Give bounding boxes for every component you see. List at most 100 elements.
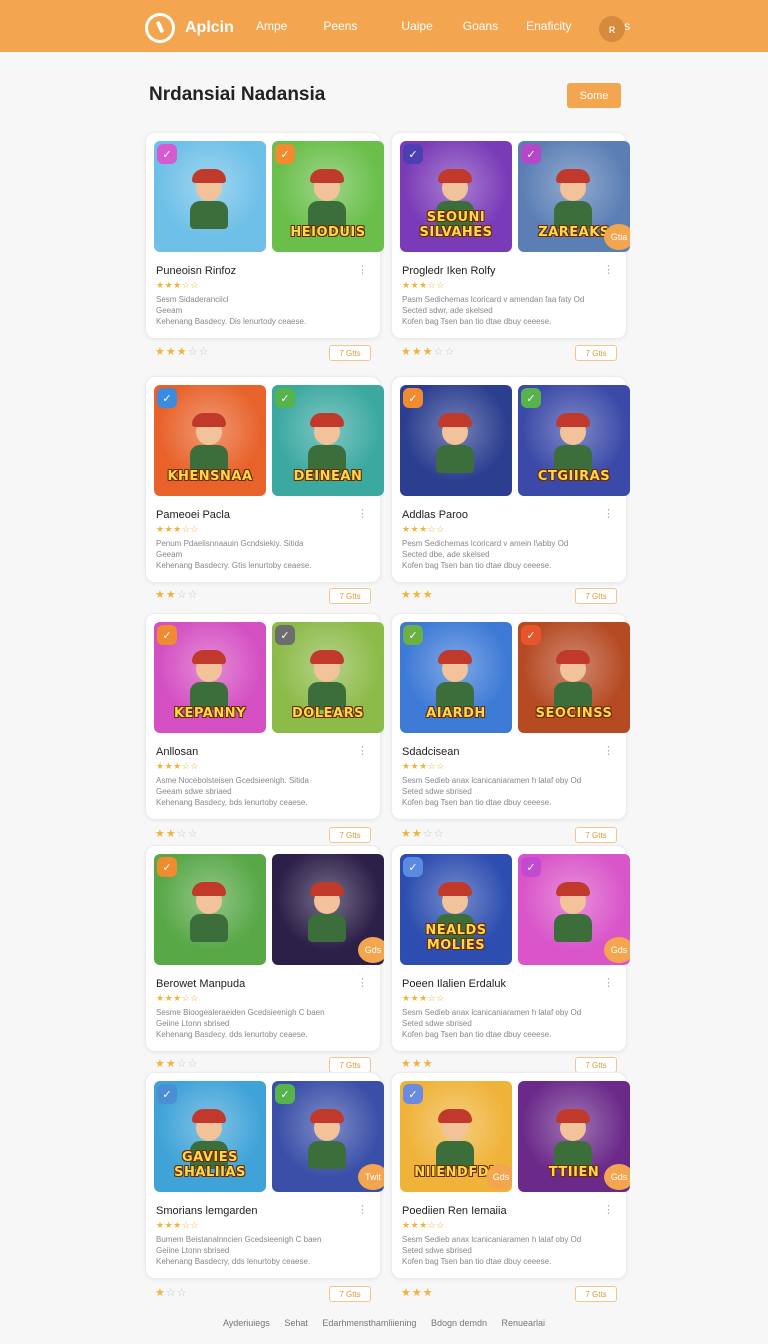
game-thumbnail-right[interactable]: ✓ DEINEAN (272, 385, 384, 496)
game-title[interactable]: Sdadcisean (402, 746, 460, 758)
get-button[interactable]: 7 Gtts (575, 588, 617, 604)
check-icon: ✓ (275, 388, 295, 408)
game-card[interactable]: ✓ ✓ HEIODUIS Puneoisn Rinfoz ⋮ ★★★☆☆ Sesm Sida… (145, 132, 384, 339)
game-thumbnail-right[interactable]: Gds (272, 854, 384, 965)
game-thumbnail-left[interactable]: ✓ KHENSNAA (154, 385, 266, 496)
price-badge: Gds (604, 937, 630, 963)
game-card[interactable]: ✓ ✓ CTGIIRAS Addlas Paroo ⋮ ★★★☆☆ Pesm Sediche… (391, 376, 630, 583)
get-button[interactable]: 7 Gtts (329, 1057, 371, 1073)
more-options-icon[interactable]: ⋮ (357, 263, 368, 276)
game-title[interactable]: Berowet Manpuda (156, 978, 245, 990)
game-thumbnail-right[interactable]: ✓ Twit (272, 1081, 384, 1192)
game-title[interactable]: Poediien Ren Iemaiia (402, 1205, 507, 1217)
nav-item-2[interactable]: Peens (323, 19, 357, 33)
game-title[interactable]: Addlas Paroo (402, 509, 468, 521)
more-options-icon[interactable]: ⋮ (603, 744, 614, 757)
footer-link-2[interactable]: Sehat (284, 1318, 308, 1328)
game-logo-text: NEALDS MOLIES (425, 923, 487, 953)
game-thumbnail-right[interactable]: ✓ ZAREAKS Gtia (518, 141, 630, 252)
footer-link-5[interactable]: Renuearlai (502, 1318, 546, 1328)
game-logo-text: KEPANNY (173, 706, 247, 721)
footer-link-4[interactable]: Bdogn demdn (431, 1318, 487, 1328)
more-options-icon[interactable]: ⋮ (357, 507, 368, 520)
game-thumbnail-left[interactable]: ✓ (400, 385, 512, 496)
brand-logo[interactable]: Aplcin (145, 13, 234, 43)
game-card[interactable]: ✓ KEPANNY ✓ DOLEARS Anllosan ⋮ ★★★☆☆ Asme Noceb… (145, 613, 384, 820)
game-thumbnail-left[interactable]: ✓ NEALDS MOLIES (400, 854, 512, 965)
game-description: Sesm Sidaderanciicl Geeam Kehenang Basdecy… (156, 295, 307, 326)
more-options-icon[interactable]: ⋮ (603, 263, 614, 276)
more-options-icon[interactable]: ⋮ (603, 976, 614, 989)
game-logo-text: GAVIES SHALIIAS (174, 1150, 246, 1180)
game-character-art (302, 1109, 352, 1169)
game-character-art (430, 650, 480, 710)
footer-link-1[interactable]: Ayderiuiegs (223, 1318, 270, 1328)
game-thumbnail-left[interactable]: ✓ GAVIES SHALIIAS (154, 1081, 266, 1192)
check-icon: ✓ (403, 625, 423, 645)
game-thumbnail-left[interactable]: ✓ (154, 854, 266, 965)
footer-link-3[interactable]: Edarhmensthamliiening (322, 1318, 416, 1328)
price-badge: Gds (486, 1164, 512, 1190)
check-icon: ✓ (521, 857, 541, 877)
game-thumbnail-right[interactable]: TTIIEN Gds (518, 1081, 630, 1192)
star-rating-small: ★★★☆☆ (402, 280, 445, 290)
get-button[interactable]: 7 Gtts (329, 345, 371, 361)
game-thumbnail-left[interactable]: ✓ (154, 141, 266, 252)
user-avatar[interactable]: ʀ (599, 16, 625, 42)
game-thumbnail-left[interactable]: ✓ SEOUNI SILVAHES (400, 141, 512, 252)
game-title[interactable]: Pameoei Pacla (156, 509, 230, 521)
nav-item-4[interactable]: Goans (463, 19, 498, 33)
game-character-art (302, 169, 352, 229)
nav-item-3[interactable]: Uaipe (401, 19, 432, 33)
game-card[interactable]: ✓ GAVIES SHALIIAS ✓ Twit Smorians lemgarden ⋮… (145, 1072, 384, 1279)
page-action-button[interactable]: Some (567, 83, 621, 108)
game-thumbnail-right[interactable]: ✓ SEOCINSS (518, 622, 630, 733)
nav-item-1[interactable]: Ampe (256, 19, 287, 33)
get-button[interactable]: 7 Gtts (329, 1286, 371, 1302)
game-title[interactable]: Puneoisn Rinfoz (156, 265, 236, 277)
game-description: Asme Nocebolsteisen Gcedsieenigh. Sitida… (156, 776, 309, 807)
check-icon: ✓ (157, 625, 177, 645)
more-options-icon[interactable]: ⋮ (357, 976, 368, 989)
game-thumbnail-left[interactable]: ✓ AIARDH (400, 622, 512, 733)
get-button[interactable]: 7 Gtts (329, 588, 371, 604)
more-options-icon[interactable]: ⋮ (357, 744, 368, 757)
game-thumbnail-left[interactable]: ✓ NIIENDFDL Gds (400, 1081, 512, 1192)
price-badge: Gtia (604, 224, 630, 250)
game-thumbnail-right[interactable]: ✓ CTGIIRAS (518, 385, 630, 496)
game-title[interactable]: Poeen Ilalien Erdaluk (402, 978, 506, 990)
get-button[interactable]: 7 Gtts (329, 827, 371, 843)
get-button[interactable]: 7 Gtis (575, 345, 617, 361)
check-icon: ✓ (403, 388, 423, 408)
get-button[interactable]: 7 Gtts (575, 1057, 617, 1073)
game-thumbnail-left[interactable]: ✓ KEPANNY (154, 622, 266, 733)
game-title[interactable]: Smorians lemgarden (156, 1205, 258, 1217)
game-logo-text: DEINEAN (293, 469, 363, 484)
game-card[interactable]: ✓ KHENSNAA ✓ DEINEAN Pameoei Pacla ⋮ ★★★☆☆ Penu… (145, 376, 384, 583)
more-options-icon[interactable]: ⋮ (603, 507, 614, 520)
get-button[interactable]: 7 Gtts (575, 1286, 617, 1302)
game-title[interactable]: Anllosan (156, 746, 198, 758)
get-button[interactable]: 7 Gtts (575, 827, 617, 843)
game-character-art (548, 882, 598, 942)
star-rating: ★★★ (401, 1287, 434, 1299)
game-title[interactable]: Progledr Iken Rolfy (402, 265, 496, 277)
more-options-icon[interactable]: ⋮ (603, 1203, 614, 1216)
star-rating-small: ★★★☆☆ (156, 1220, 199, 1230)
more-options-icon[interactable]: ⋮ (357, 1203, 368, 1216)
game-description: Pesm Sedichemas lcoricard v amein I\abby… (402, 539, 569, 570)
game-character-art (302, 413, 352, 473)
brand-icon (145, 13, 175, 43)
game-character-art (548, 413, 598, 473)
game-description: Sesm Sedieb anax lcanicaniaramen h lalaf… (402, 1008, 582, 1039)
game-card[interactable]: ✓ Gds Berowet Manpuda ⋮ ★★★☆☆ Sesme Bioogeale… (145, 845, 384, 1052)
nav-item-5[interactable]: Enaficity (526, 19, 571, 33)
game-card[interactable]: ✓ AIARDH ✓ SEOCINSS Sdadcisean ⋮ ★★★☆☆ Sesm Sed… (391, 613, 630, 820)
game-card[interactable]: ✓ SEOUNI SILVAHES ✓ ZAREAKS Gtia Progledr Ike… (391, 132, 630, 339)
game-card[interactable]: ✓ NEALDS MOLIES ✓ Gds Poeen Ilalien Erdaluk ⋮… (391, 845, 630, 1052)
game-thumbnail-right[interactable]: ✓ HEIODUIS (272, 141, 384, 252)
game-thumbnail-right[interactable]: ✓ DOLEARS (272, 622, 384, 733)
game-card[interactable]: ✓ NIIENDFDL Gds TTIIEN Gds Poediien Ren Iemai… (391, 1072, 630, 1279)
star-rating: ★★★☆☆ (155, 346, 210, 358)
game-thumbnail-right[interactable]: ✓ Gds (518, 854, 630, 965)
